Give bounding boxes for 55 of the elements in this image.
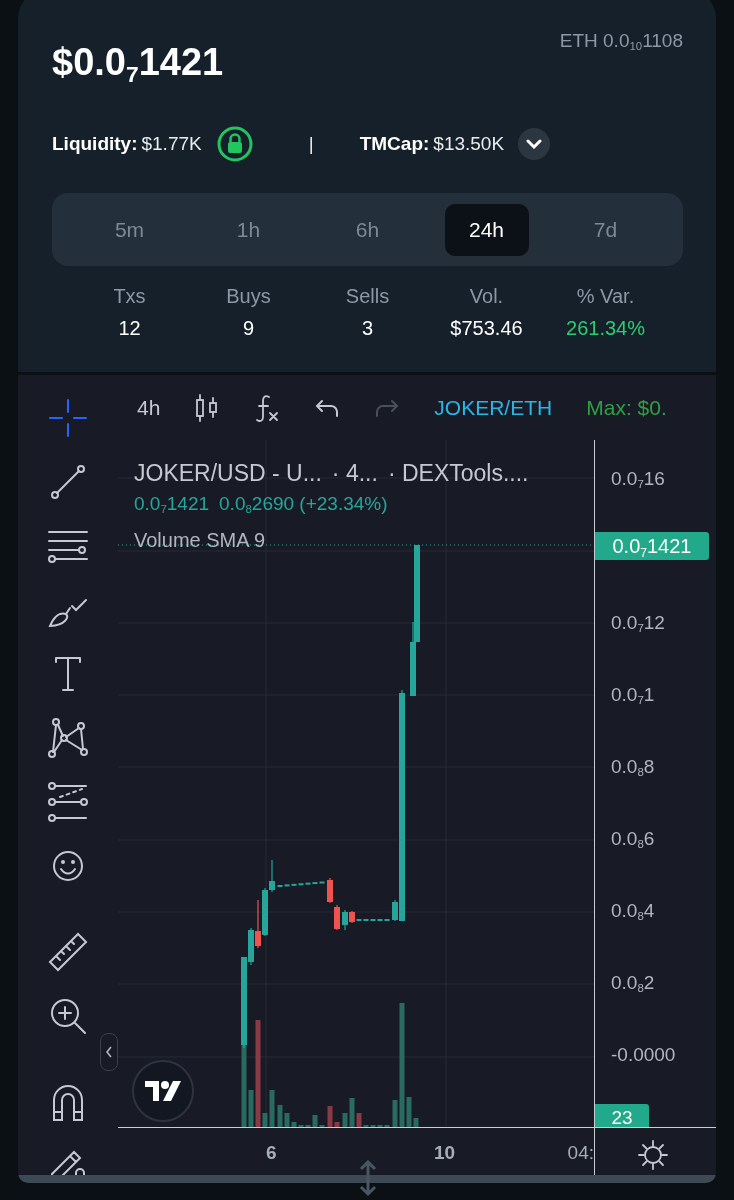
- chevron-down-icon: [526, 139, 543, 149]
- tmcap-value: $13.50K: [433, 133, 505, 155]
- timeframe-tab[interactable]: 5m: [87, 203, 172, 256]
- gear-icon[interactable]: [637, 1139, 669, 1171]
- chart-title: JOKER/USD - U...: [134, 460, 322, 487]
- stat-label: Sells: [345, 284, 390, 308]
- last-price-tag: 0.0$_{7}$1421: [595, 532, 709, 560]
- stat-label: Vol.: [469, 284, 504, 308]
- logo-icon: [145, 1081, 181, 1101]
- volume-tag: 23: [595, 1104, 649, 1127]
- time-tick: 6: [266, 1142, 277, 1164]
- timeframe-tab[interactable]: 24h: [444, 203, 529, 256]
- crosshair-icon[interactable]: [46, 396, 90, 440]
- chevron-left-icon: [105, 1045, 113, 1059]
- expand-button[interactable]: [518, 128, 551, 160]
- stat-value: 261.34%: [566, 316, 645, 340]
- liquidity-label: Liquidity:: [52, 133, 138, 155]
- chart-source: · DEXTools....: [387, 460, 529, 487]
- price-tick: 0.0$_{8}$2: [611, 971, 655, 995]
- price-tick: 0.0$_{8}$4: [611, 899, 655, 923]
- chart-interval: · 4...: [331, 460, 378, 487]
- stat-label: Txs: [113, 284, 146, 308]
- ruler-icon[interactable]: [46, 930, 90, 974]
- separator: |: [308, 133, 314, 155]
- interval-button[interactable]: 4h: [137, 395, 161, 420]
- eth-price: ETH 0.0$_{10}$1108: [559, 30, 683, 52]
- timeframe-tab[interactable]: 7d: [563, 203, 648, 256]
- price-tick: 0.0$_{7}$12: [611, 611, 665, 635]
- price-tick: 0.0$_{8}$6: [611, 827, 655, 851]
- stat-value: 9: [242, 316, 255, 340]
- symbol-link[interactable]: JOKER/ETH: [434, 395, 553, 420]
- timeframe-tab[interactable]: 6h: [325, 203, 410, 256]
- function-icon[interactable]: [254, 392, 281, 423]
- price-change: 0.0$_{8}$2690 (+23.34%): [219, 493, 388, 515]
- time-tick: 10: [434, 1142, 456, 1164]
- price-tick: 0.0$_{8}$8: [611, 755, 655, 779]
- last-value: 0.0$_{7}$1421: [134, 493, 210, 515]
- stat-label: Buys: [226, 284, 271, 308]
- stat-value: $753.46: [450, 316, 523, 340]
- stat-value: 12: [118, 316, 141, 340]
- stat-value: 3: [361, 316, 374, 340]
- forecast-icon[interactable]: [46, 780, 90, 824]
- price-tick: 0.0$_{7}$16: [611, 467, 665, 491]
- price-tick: -0.0000: [611, 1043, 676, 1067]
- pattern-icon[interactable]: [46, 716, 90, 760]
- stat-label: % Var.: [576, 284, 635, 308]
- liquidity-value: $1.77K: [141, 133, 202, 155]
- tmcap-label: TMCap:: [359, 133, 430, 155]
- max-price: Max: $0.: [586, 395, 667, 420]
- time-tick: 04:: [567, 1142, 594, 1164]
- indicator-label: Volume SMA 9: [134, 529, 266, 551]
- timeframe-tab[interactable]: 1h: [206, 203, 291, 256]
- price-tick: 0.0$_{7}$1: [611, 683, 655, 707]
- collapse-tab[interactable]: [100, 1033, 118, 1071]
- token-price: $0.0$_{7}$1421: [52, 40, 224, 88]
